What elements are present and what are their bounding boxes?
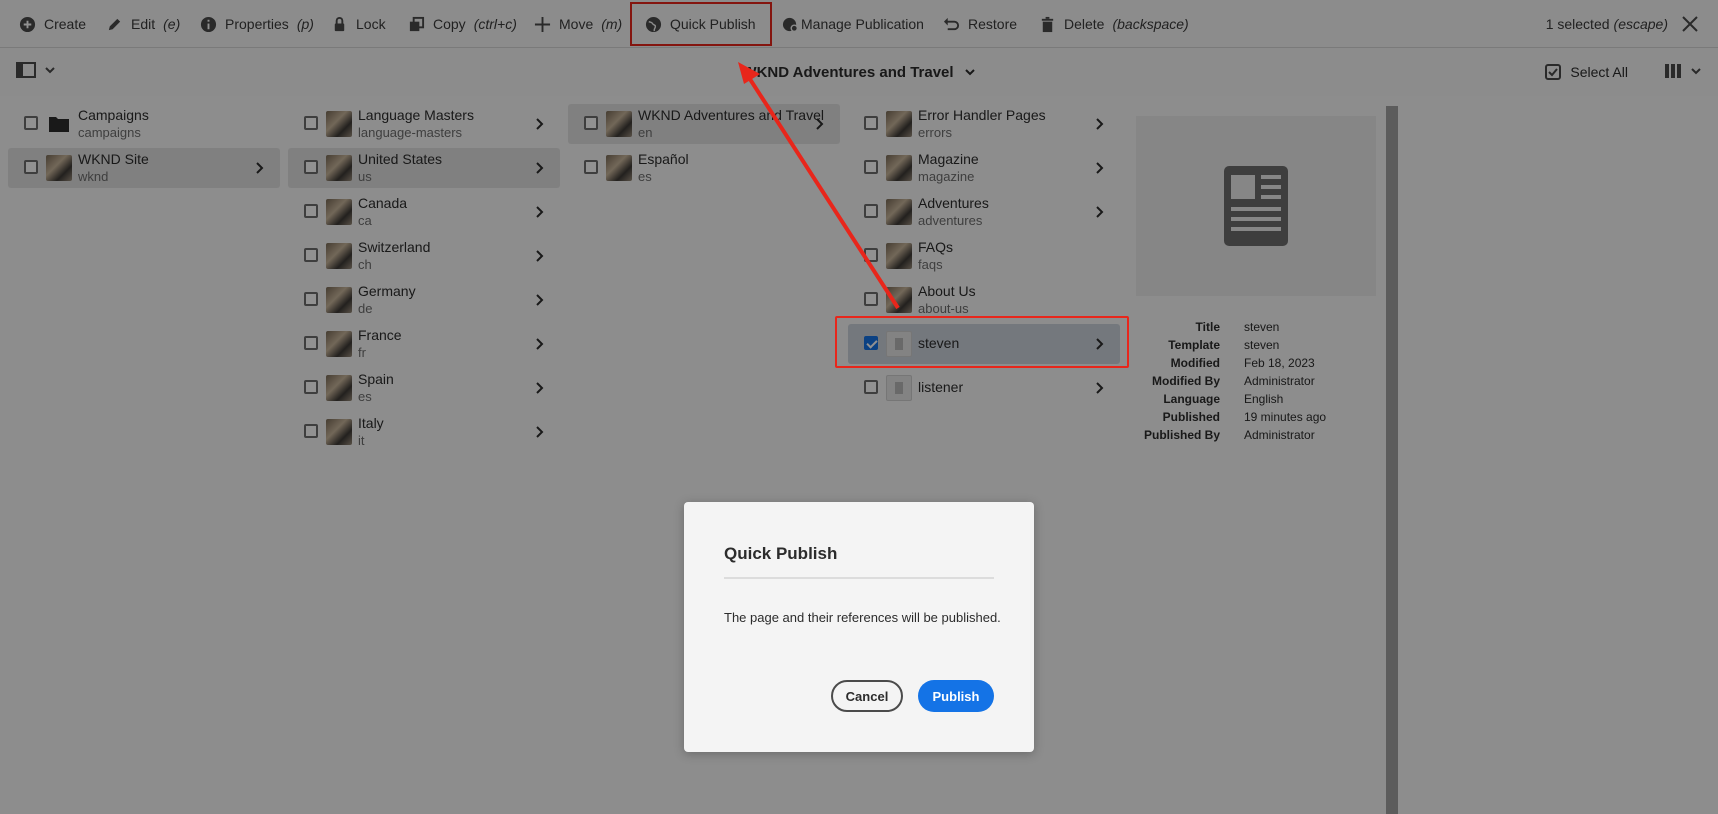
cancel-button[interactable]: Cancel [831,680,903,712]
sites-console: Create Edit (e) Properties (p) Lock Copy… [0,0,1718,814]
dialog-title: Quick Publish [724,544,838,563]
dialog-message: The page and their references will be pu… [724,610,1001,625]
quick-publish-dialog: Quick Publish The page and their referen… [684,502,1034,752]
selected-row-highlight [835,316,1129,368]
dialog-divider [724,577,994,579]
publish-button[interactable]: Publish [918,680,994,712]
